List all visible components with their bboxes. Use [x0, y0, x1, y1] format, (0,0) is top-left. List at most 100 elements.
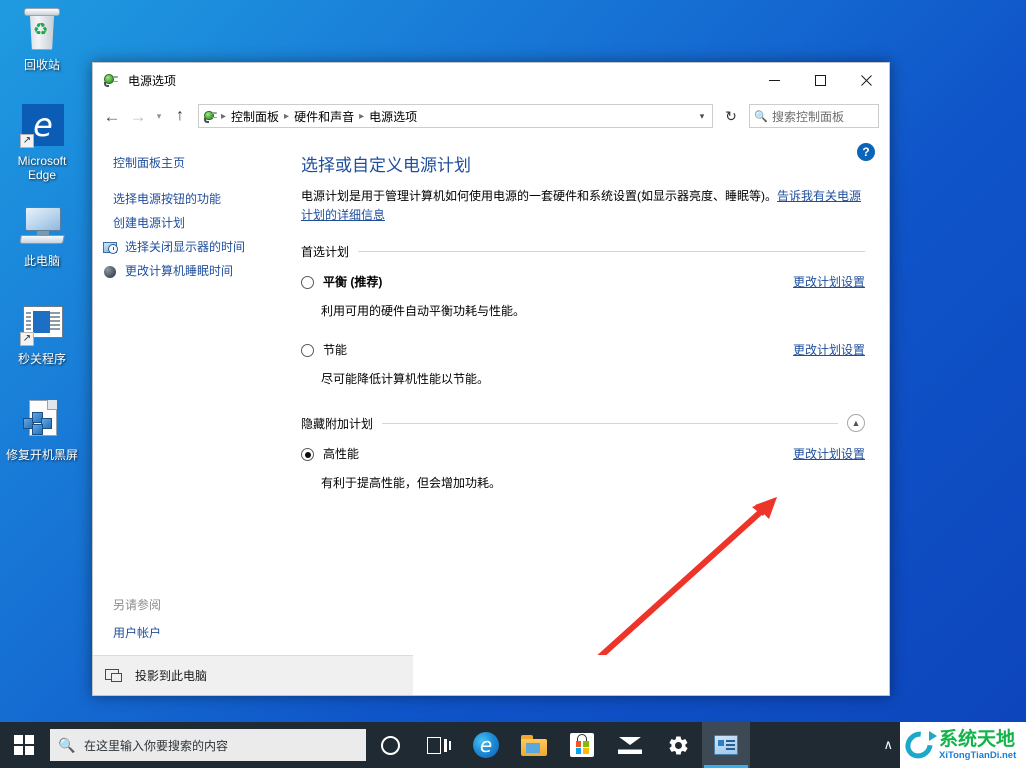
taskbar-item-cortana[interactable]: [366, 722, 414, 768]
plan-block-power-saver: 节能 更改计划设置 尽可能降低计算机性能以节能。: [301, 342, 865, 388]
plan-row[interactable]: 平衡 (推荐) 更改计划设置: [301, 274, 865, 291]
maximize-button[interactable]: [797, 64, 843, 96]
desktop-icon-label: Microsoft Edge: [17, 154, 67, 182]
page-description: 电源计划是用于管理计算机如何使用电源的一套硬件和系统设置(如显示器亮度、睡眠等)…: [301, 187, 865, 225]
mail-icon: [618, 736, 642, 754]
search-placeholder: 搜索控制面板: [772, 109, 845, 124]
task-view-icon: [427, 736, 451, 754]
desktop-icon-label: 回收站: [23, 58, 60, 72]
recycle-bin-icon: ♻: [18, 6, 66, 54]
this-pc-icon: [18, 202, 66, 250]
power-plug-icon: [203, 108, 219, 124]
recent-locations-icon[interactable]: ▾: [151, 103, 167, 129]
desktop-icon-repair-boot[interactable]: 修复开机黑屏: [0, 396, 84, 462]
moon-icon: [103, 264, 119, 280]
breadcrumb-item-hardware-sound[interactable]: 硬件和声音: [289, 108, 359, 125]
plan-name: 节能: [323, 343, 348, 357]
sidebar-item-change-sleep-time[interactable]: 更改计算机睡眠时间: [93, 259, 301, 283]
sidebar-item-turn-off-display[interactable]: 选择关闭显示器的时间: [93, 235, 301, 259]
sidebar-item-label: 更改计算机睡眠时间: [125, 264, 234, 278]
page-description-text: 电源计划是用于管理计算机如何使用电源的一套硬件和系统设置(如显示器亮度、睡眠等)…: [301, 189, 777, 203]
search-icon: 🔍: [754, 110, 768, 123]
repair-tool-icon: [18, 396, 66, 444]
window-titlebar[interactable]: 电源选项: [93, 63, 889, 97]
radio-high-performance[interactable]: [301, 448, 314, 461]
cortana-icon: [380, 735, 400, 755]
desktop-icon-quick-close[interactable]: ↗ 秒关程序: [0, 300, 84, 366]
control-panel-icon: [714, 735, 738, 755]
plan-name: 平衡 (推荐): [323, 275, 383, 289]
taskbar-item-file-explorer[interactable]: [510, 722, 558, 768]
chevron-up-icon[interactable]: ▲: [847, 414, 865, 432]
section-title: 隐藏附加计划: [301, 416, 374, 431]
search-icon: 🔍: [58, 736, 76, 753]
desktop-icon-label: 此电脑: [23, 254, 60, 268]
breadcrumb-item-power-options[interactable]: 电源选项: [364, 108, 422, 125]
plan-description: 尽可能降低计算机性能以节能。: [321, 372, 490, 386]
minimize-button[interactable]: [751, 64, 797, 96]
section-divider: [358, 251, 865, 252]
taskbar-item-edge[interactable]: e: [462, 722, 510, 768]
sidebar-item-create-power-plan[interactable]: 创建电源计划: [93, 211, 301, 235]
section-divider: [382, 422, 838, 424]
plan-block-balanced: 平衡 (推荐) 更改计划设置 利用可用的硬件自动平衡功耗与性能。: [301, 274, 865, 320]
taskbar-item-control-panel[interactable]: [702, 722, 750, 768]
radio-power-saver[interactable]: [301, 344, 314, 357]
power-options-window: 电源选项 ← → ▾ ↑ ▸ 控制面板 ▸ 硬件和声音 ▸ 电源选项 ▾ ↻ 🔍…: [92, 62, 890, 696]
breadcrumb-item-control-panel[interactable]: 控制面板: [226, 108, 284, 125]
edge-icon: e ↗: [18, 102, 66, 150]
sidebar-item-label: 选择关闭显示器的时间: [125, 240, 246, 254]
site-watermark: 系统天地 XiTongTianDi.net: [900, 722, 1026, 768]
file-explorer-icon: [521, 734, 547, 756]
status-bar: 投影到此电脑: [93, 655, 413, 695]
back-arrow-icon[interactable]: ←: [99, 103, 125, 129]
monitor-clock-icon: [103, 240, 119, 256]
see-also-heading: 另请参阅: [113, 598, 162, 612]
refresh-icon[interactable]: ↻: [719, 104, 743, 128]
settings-gear-icon: [667, 734, 690, 757]
windows-logo-icon: [14, 735, 34, 755]
watermark-text: 系统天地 XiTongTianDi.net: [937, 728, 1026, 761]
address-dropdown-icon[interactable]: ▾: [692, 111, 712, 122]
tray-overflow-chevron-icon[interactable]: ∧: [876, 722, 900, 768]
sidebar: 控制面板主页 选择电源按钮的功能 创建电源计划 选择关闭显示器的时间 更改计算机…: [93, 135, 301, 655]
plan-description: 有利于提高性能，但会增加功耗。: [321, 476, 502, 490]
plan-row[interactable]: 节能 更改计划设置: [301, 342, 865, 359]
taskbar-item-microsoft-store[interactable]: [558, 722, 606, 768]
edge-icon: e: [473, 732, 499, 758]
plan-row[interactable]: 高性能 更改计划设置: [301, 446, 865, 463]
desktop-icon-recycle-bin[interactable]: ♻ 回收站: [0, 6, 84, 72]
search-input[interactable]: 🔍 搜索控制面板: [749, 104, 879, 128]
plan-name: 高性能: [323, 447, 360, 461]
change-plan-settings-link-high-performance[interactable]: 更改计划设置: [793, 446, 865, 463]
section-title: 首选计划: [301, 245, 350, 259]
close-button[interactable]: [843, 64, 889, 96]
see-also-link-user-accounts[interactable]: 用户帐户: [113, 624, 301, 641]
desktop-icon-this-pc[interactable]: 此电脑: [0, 202, 84, 268]
desktop-icon-edge[interactable]: e ↗ Microsoft Edge: [0, 102, 84, 182]
help-button[interactable]: ?: [857, 143, 875, 161]
shortcut-arrow-icon: ↗: [20, 134, 34, 148]
watermark-en-label: XiTongTianDi.net: [939, 749, 1017, 761]
change-plan-settings-link-power-saver[interactable]: 更改计划设置: [793, 342, 865, 359]
section-header-hide-additional-plans: 隐藏附加计划 ▲: [301, 414, 865, 432]
address-bar[interactable]: ▸ 控制面板 ▸ 硬件和声音 ▸ 电源选项 ▾: [198, 104, 713, 128]
forward-arrow-icon[interactable]: →: [125, 103, 151, 129]
taskbar-item-settings[interactable]: [654, 722, 702, 768]
change-plan-settings-link-balanced[interactable]: 更改计划设置: [793, 274, 865, 291]
sidebar-item-control-panel-home[interactable]: 控制面板主页: [93, 151, 301, 175]
taskbar-search-input[interactable]: 🔍 在这里输入你要搜索的内容: [50, 729, 366, 761]
watermark-logo-icon: [900, 726, 939, 764]
watermark-cn-label: 系统天地: [939, 728, 1016, 750]
shortcut-arrow-icon: ↗: [20, 332, 34, 346]
sidebar-item-power-button-function[interactable]: 选择电源按钮的功能: [93, 187, 301, 211]
radio-balanced[interactable]: [301, 276, 314, 289]
page-title: 选择或自定义电源计划: [301, 156, 471, 175]
power-plug-icon: [103, 72, 120, 89]
start-button[interactable]: [0, 722, 48, 768]
taskbar-item-mail[interactable]: [606, 722, 654, 768]
up-arrow-icon[interactable]: ↑: [167, 103, 193, 129]
taskbar-item-task-view[interactable]: [414, 722, 462, 768]
navigation-bar: ← → ▾ ↑ ▸ 控制面板 ▸ 硬件和声音 ▸ 电源选项 ▾ ↻ �: [93, 97, 889, 135]
